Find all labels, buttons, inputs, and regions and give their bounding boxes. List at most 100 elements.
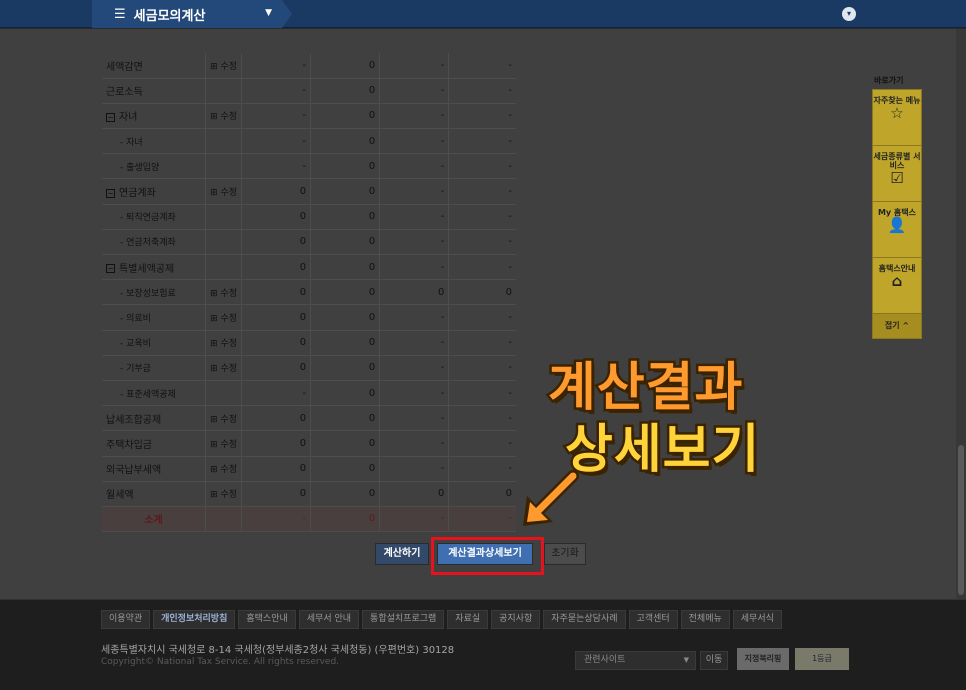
footer-link[interactable]: 자료실 bbox=[447, 610, 489, 629]
edit-button[interactable]: ⊞ 수정 bbox=[205, 481, 243, 507]
row-label-cell: - 의료비 bbox=[102, 304, 207, 331]
value-cell: 0 bbox=[241, 330, 312, 356]
tax-credit-table: 세액감면 ⊞ 수정 -0- - 근로소득 -0- - − 자녀 ⊞ 수정 -0- - - 자녀 -0- - -… bbox=[102, 53, 516, 533]
value-cell: - bbox=[448, 204, 516, 230]
value-cell: - bbox=[448, 254, 516, 281]
footer-link[interactable]: 이용약관 bbox=[101, 610, 151, 629]
quick-links-panel: 자주찾는 메뉴 ☆ 세금종류별 서비스 ☑ My 홈택스 👤 홈택스안내 ⌂ 접… bbox=[872, 89, 922, 339]
value-cell: 0 bbox=[310, 330, 381, 356]
value-cell: - bbox=[379, 204, 450, 230]
table-row: 월세액 ⊞ 수정 0 0 0 0 bbox=[102, 481, 516, 507]
edit-button[interactable]: ⊞ 수정 bbox=[205, 355, 243, 381]
value-cell: - bbox=[448, 78, 516, 104]
related-site-select[interactable]: 관련사이트 ▼ bbox=[575, 651, 696, 670]
quick-item-my-hometax[interactable]: My 홈택스 👤 bbox=[873, 202, 921, 258]
edit-button bbox=[205, 78, 243, 104]
value-cell: 0 bbox=[241, 430, 312, 457]
value-cell: 0 bbox=[310, 128, 381, 155]
row-label-cell: - 출생입양 bbox=[102, 153, 207, 180]
edit-button[interactable]: ⊞ 수정 bbox=[205, 279, 243, 306]
footer-link[interactable]: 통합설치프로그램 bbox=[362, 610, 445, 629]
value-cell: 0 bbox=[241, 204, 312, 230]
footer-link[interactable]: 공지사항 bbox=[491, 610, 541, 629]
arrow-icon bbox=[523, 470, 579, 526]
value-cell: 0 bbox=[310, 229, 381, 256]
value-cell: - bbox=[448, 128, 516, 155]
value-cell: - bbox=[379, 229, 450, 256]
value-cell: - bbox=[379, 254, 450, 281]
table-row: - 기부금 ⊞ 수정 0 0- - bbox=[102, 355, 516, 381]
calculate-button[interactable]: 계산하기 bbox=[375, 543, 429, 565]
footer-link[interactable]: 전체메뉴 bbox=[680, 610, 730, 629]
quick-item-hometax-guide[interactable]: 홈택스안내 ⌂ bbox=[873, 258, 921, 314]
edit-button[interactable]: ⊞ 수정 bbox=[205, 103, 243, 130]
table-row: - 보장성보험료 ⊞ 수정 0 0 0 0 bbox=[102, 279, 516, 306]
go-button[interactable]: 이동 bbox=[700, 651, 728, 670]
checkbox-icon: ☑ bbox=[890, 169, 904, 187]
star-icon: ☆ bbox=[890, 104, 904, 122]
quick-item-tax-services[interactable]: 세금종류별 서비스 ☑ bbox=[873, 146, 921, 202]
footer: 이용약관 개인정보처리방침 홈택스안내 세무서 안내 통합설치프로그램 자료실 … bbox=[0, 599, 966, 690]
subtotal-value-cell: - bbox=[448, 505, 516, 533]
footer-link[interactable]: 자주묻는상담사례 bbox=[543, 610, 626, 629]
value-cell: - bbox=[379, 380, 450, 407]
value-cell: - bbox=[448, 456, 516, 482]
table-row: - 자녀 -0- - bbox=[102, 128, 516, 155]
row-label-cell: − 연금계좌 bbox=[102, 178, 207, 205]
footer-link[interactable]: 홈택스안내 bbox=[238, 610, 296, 629]
footer-link[interactable]: 고객센터 bbox=[628, 610, 678, 629]
row-label: - 표준세액공제 bbox=[120, 389, 176, 400]
row-label: 자녀 bbox=[119, 112, 138, 124]
value-cell: 0 bbox=[448, 481, 516, 507]
reset-button[interactable]: 초기화 bbox=[544, 543, 586, 565]
value-cell: - bbox=[448, 380, 516, 407]
edit-button bbox=[205, 204, 243, 230]
table-row: 주택차입금 ⊞ 수정 0 0- - bbox=[102, 430, 516, 457]
value-cell: 0 bbox=[379, 279, 450, 306]
value-cell: - bbox=[379, 103, 450, 130]
row-label: 외국납부세액 bbox=[106, 465, 162, 477]
table-row: - 표준세액공제 -0- - bbox=[102, 380, 516, 407]
quick-item-label: 세금종류별 서비스 bbox=[873, 152, 921, 170]
edit-button[interactable]: ⊞ 수정 bbox=[205, 405, 243, 432]
table-row: - 퇴직연금계좌 0 0- - bbox=[102, 204, 516, 230]
collapse-toggle-icon[interactable]: − bbox=[106, 264, 115, 274]
footer-address: 세종특별자치시 국세청로 8-14 국세청(정부세종2청사 국세청동) (우편번… bbox=[101, 645, 455, 656]
value-cell: 0 bbox=[241, 279, 312, 306]
quick-links-title: 바로가기 bbox=[874, 76, 904, 85]
row-label-cell: 근로소득 bbox=[102, 78, 207, 104]
collapse-toggle-icon[interactable]: − bbox=[106, 112, 115, 122]
edit-button bbox=[205, 128, 243, 155]
row-label-cell: 월세액 bbox=[102, 481, 207, 507]
edit-button[interactable]: ⊞ 수정 bbox=[205, 456, 243, 482]
value-cell: 0 bbox=[310, 380, 381, 407]
value-cell: 0 bbox=[241, 229, 312, 256]
edit-button[interactable]: ⊞ 수정 bbox=[205, 430, 243, 457]
collapse-icon[interactable]: ▾ bbox=[842, 7, 856, 21]
menu-dropdown[interactable]: ☰ 세금모의계산 ▼ bbox=[92, 0, 292, 28]
table-row: − 자녀 ⊞ 수정 -0- - bbox=[102, 103, 516, 130]
value-cell: 0 bbox=[241, 355, 312, 381]
footer-link[interactable]: 세무서 안내 bbox=[298, 610, 360, 629]
edit-button[interactable]: ⊞ 수정 bbox=[205, 178, 243, 205]
row-label: 납세조합공제 bbox=[106, 414, 162, 426]
edit-button bbox=[205, 153, 243, 180]
value-cell: - bbox=[379, 405, 450, 432]
collapse-toggle-icon[interactable]: − bbox=[106, 188, 115, 198]
footer-link[interactable]: 세무서식 bbox=[732, 610, 782, 629]
row-label-cell: − 특별세액공제 bbox=[102, 254, 207, 281]
edit-button[interactable]: ⊞ 수정 bbox=[205, 330, 243, 356]
value-cell: 0 bbox=[241, 178, 312, 205]
edit-button[interactable]: ⊞ 수정 bbox=[205, 53, 243, 79]
fold-button[interactable]: 접기 ^ bbox=[873, 314, 921, 338]
subtotal-label: 소계 bbox=[102, 505, 207, 533]
value-cell: 0 bbox=[310, 53, 381, 79]
content-area: 세액감면 ⊞ 수정 -0- - 근로소득 -0- - − 자녀 ⊞ 수정 -0- - - 자녀 -0- - -… bbox=[0, 29, 966, 599]
scrollbar-thumb[interactable] bbox=[958, 445, 964, 595]
row-label: 근로소득 bbox=[106, 87, 143, 99]
edit-button[interactable]: ⊞ 수정 bbox=[205, 304, 243, 331]
certification-badge: 지정북리핑 bbox=[737, 648, 789, 670]
value-cell: - bbox=[241, 53, 312, 79]
quick-item-favorites[interactable]: 자주찾는 메뉴 ☆ bbox=[873, 90, 921, 146]
footer-link-privacy[interactable]: 개인정보처리방침 bbox=[153, 610, 236, 629]
